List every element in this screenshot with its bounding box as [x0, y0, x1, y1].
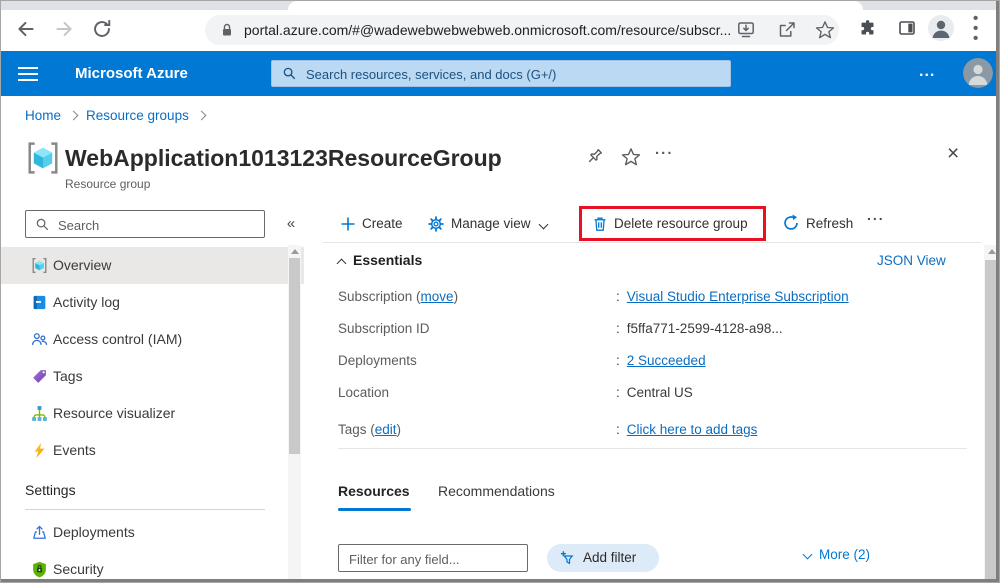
search-icon: [282, 66, 297, 81]
events-icon: [31, 442, 48, 459]
pin-icon[interactable]: [584, 147, 604, 167]
filter-input[interactable]: [347, 546, 523, 572]
window-border: [1, 579, 999, 582]
browser-menu-icon[interactable]: •••: [973, 14, 979, 44]
plus-icon: [340, 216, 356, 232]
global-search[interactable]: [271, 60, 731, 87]
sidebar-search[interactable]: [25, 210, 265, 238]
security-icon: [31, 561, 48, 578]
highlight-box: [579, 206, 766, 241]
page-title: WebApplication1013123ResourceGroup: [65, 140, 502, 176]
side-panel-icon[interactable]: [897, 18, 917, 38]
more-filters-link[interactable]: More (2): [804, 547, 870, 562]
extensions-icon[interactable]: [858, 18, 878, 38]
breadcrumb-resource-groups[interactable]: Resource groups: [86, 108, 189, 123]
scroll-up-arrow-icon[interactable]: [291, 249, 299, 254]
divider: [25, 509, 265, 510]
browser-window: portal.azure.com/#@wadewebwebwebweb.onmi…: [0, 0, 1000, 583]
add-filter-button[interactable]: Add filter: [547, 544, 659, 572]
move-link[interactable]: move: [421, 289, 454, 304]
header-overflow-icon[interactable]: ...: [919, 51, 935, 96]
essentials-row-location: Location :Central US: [1, 385, 981, 405]
essentials-row-subscription-id: Subscription ID :f5ffa771-2599-4128-a98.…: [1, 321, 981, 341]
deployments-link[interactable]: 2 Succeeded: [627, 353, 706, 368]
edit-tags-link[interactable]: edit: [375, 422, 397, 437]
chevron-right-icon: [196, 111, 206, 121]
location-value: Central US: [627, 385, 693, 400]
chevron-down-icon: [539, 220, 549, 230]
active-tab[interactable]: [288, 1, 863, 10]
forward-icon[interactable]: [53, 18, 75, 40]
scroll-up-arrow-icon[interactable]: [988, 249, 996, 254]
deployments-icon: [31, 524, 48, 541]
breadcrumb-home[interactable]: Home: [25, 108, 61, 123]
filter-field[interactable]: [338, 544, 528, 572]
manage-view-button[interactable]: Manage view: [451, 210, 531, 238]
essentials-header[interactable]: Essentials: [338, 252, 422, 268]
tab-resources[interactable]: Resources: [338, 483, 410, 499]
refresh-button[interactable]: Refresh: [806, 210, 853, 238]
subscription-link[interactable]: Visual Studio Enterprise Subscription: [627, 289, 849, 304]
back-icon[interactable]: [15, 18, 37, 40]
chevron-right-icon: [69, 111, 79, 121]
add-tags-link[interactable]: Click here to add tags: [627, 422, 758, 437]
refresh-icon: [782, 214, 800, 232]
gear-icon: [428, 216, 444, 232]
sidebar-search-input[interactable]: [56, 212, 260, 238]
global-search-input[interactable]: [304, 61, 718, 88]
resource-group-icon: [25, 140, 61, 176]
essentials-row-deployments: Deployments :2 Succeeded: [1, 353, 981, 373]
hamburger-menu-icon[interactable]: [18, 67, 38, 81]
create-button[interactable]: Create: [362, 210, 403, 238]
browser-toolbar: portal.azure.com/#@wadewebwebwebweb.onmi…: [1, 10, 999, 50]
azure-brand[interactable]: Microsoft Azure: [75, 51, 188, 96]
account-avatar[interactable]: [963, 58, 993, 88]
collapse-sidebar-icon[interactable]: «: [280, 210, 302, 238]
sidebar-section-settings: Settings: [25, 482, 76, 498]
essentials-row-subscription: Subscription (move) :Visual Studio Enter…: [1, 289, 981, 309]
json-view-link[interactable]: JSON View: [877, 253, 946, 268]
resource-visualizer-icon: [31, 405, 48, 422]
browser-profile-avatar[interactable]: [927, 14, 955, 42]
address-bar[interactable]: portal.azure.com/#@wadewebwebwebweb.onmi…: [205, 15, 839, 45]
breadcrumb: Home Resource groups: [25, 108, 214, 128]
chevron-up-icon: [337, 259, 347, 269]
divider: [338, 448, 967, 449]
divider: [323, 242, 981, 243]
azure-header: Microsoft Azure ...: [1, 51, 999, 96]
save-to-device-icon[interactable]: [736, 20, 756, 40]
add-filter-funnel-icon: [560, 550, 576, 566]
subscription-id-value: f5ffa771-2599-4128-a98...: [627, 321, 783, 336]
bookmark-star-icon[interactable]: [815, 20, 835, 40]
url-text[interactable]: portal.azure.com/#@wadewebwebwebweb.onmi…: [244, 15, 731, 45]
title-overflow-icon[interactable]: ...: [655, 141, 674, 158]
sidebar-item-deployments[interactable]: Deployments: [1, 514, 304, 551]
resource-group-icon: [31, 257, 48, 274]
favorite-star-icon[interactable]: [621, 147, 641, 167]
window-border: [996, 1, 999, 582]
reload-icon[interactable]: [91, 18, 113, 40]
toolbar-overflow-icon[interactable]: ...: [867, 207, 885, 223]
lock-icon[interactable]: [219, 22, 235, 38]
sidebar-item-overview[interactable]: Overview: [1, 247, 304, 284]
chevron-down-icon: [803, 550, 813, 560]
search-icon: [35, 217, 50, 232]
tab-recommendations[interactable]: Recommendations: [438, 483, 555, 499]
share-icon[interactable]: [777, 20, 797, 40]
page-subtitle: Resource group: [65, 177, 150, 191]
close-icon[interactable]: ×: [947, 142, 959, 166]
active-tab-underline: [338, 508, 411, 511]
essentials-row-tags: Tags (edit) :Click here to add tags: [1, 422, 981, 442]
